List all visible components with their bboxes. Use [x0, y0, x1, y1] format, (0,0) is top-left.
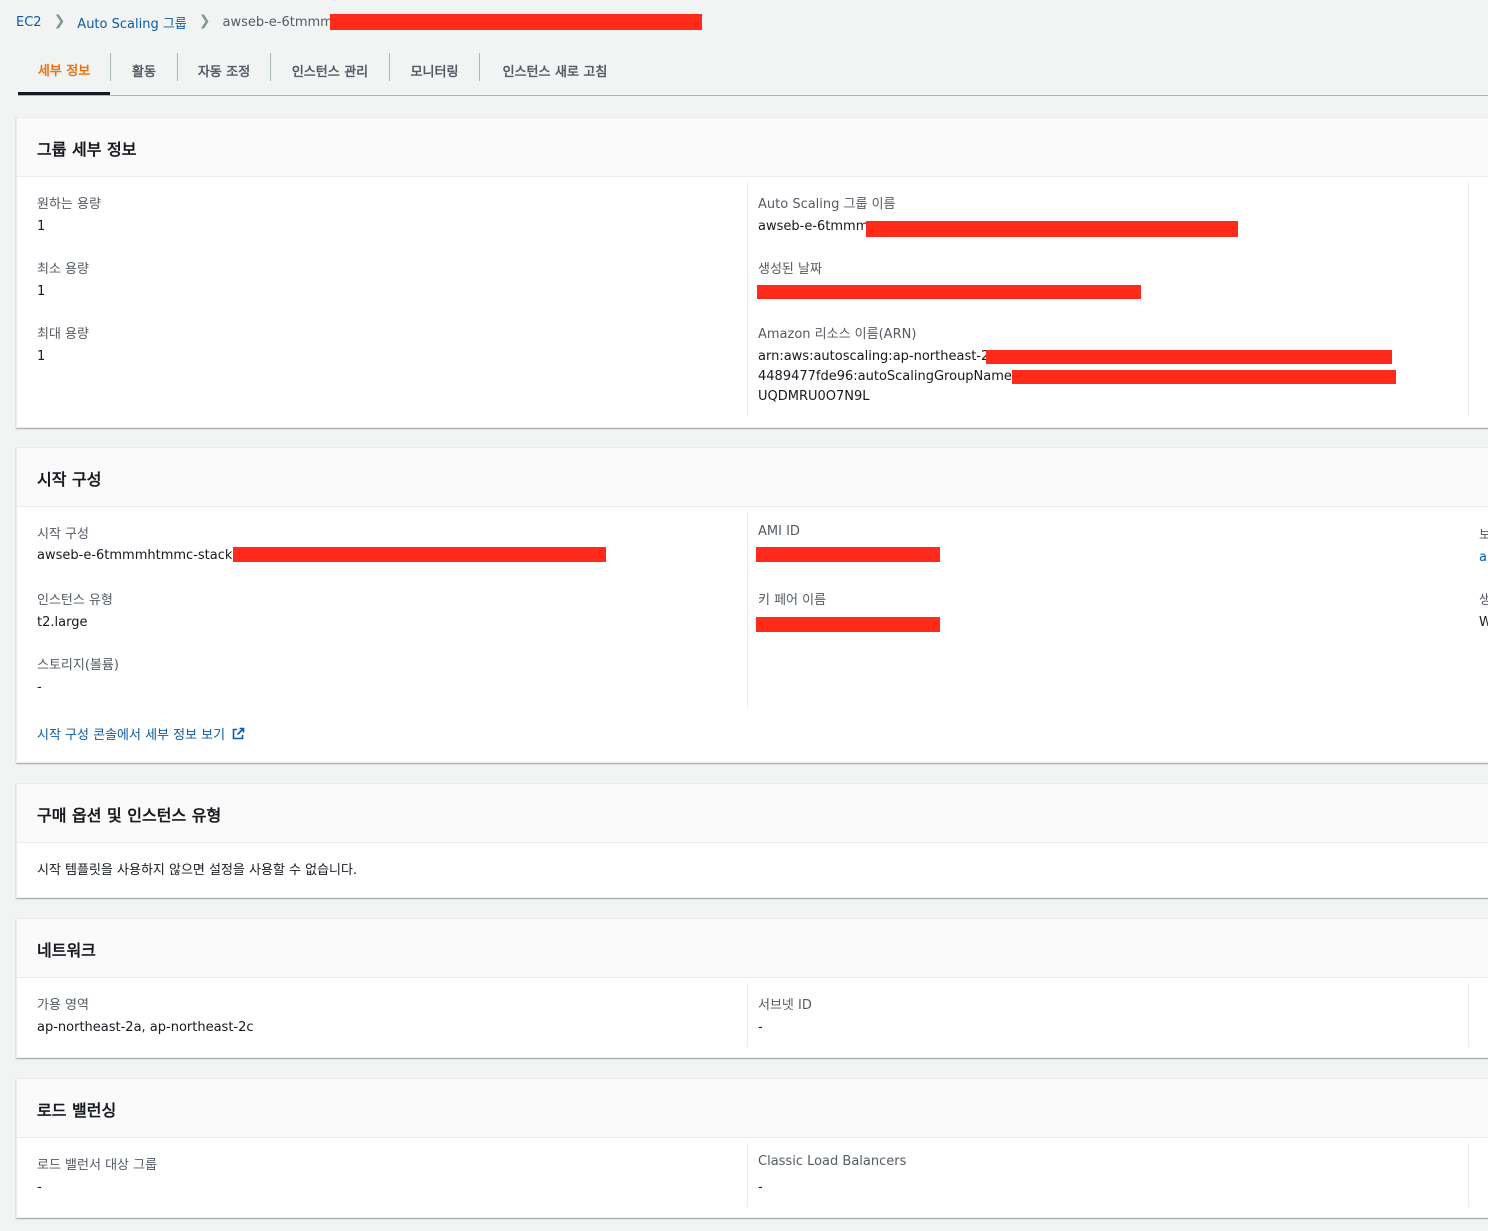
breadcrumb-ec2[interactable]: EC2 — [16, 15, 42, 30]
key-pair-label: 키 페어 이름 — [758, 593, 827, 608]
target-groups-label: 로드 밸런서 대상 그룹 — [37, 1158, 158, 1173]
panel-header: 구매 옵션 및 인스턴스 유형 — [17, 784, 1488, 843]
desired-capacity-label: 원하는 용량 — [37, 197, 101, 212]
purchase-options-panel: 구매 옵션 및 인스턴스 유형 시작 템플릿을 사용하지 않으면 설정을 사용할… — [16, 783, 1488, 898]
classic-load-balancers-value: - — [758, 1180, 763, 1195]
arn-line-2: 4489477fde96:autoScalingGroupName/ — [758, 369, 1017, 384]
panel-header: 그룹 세부 정보 — [17, 118, 1488, 177]
load-balancing-panel: 로드 밸런싱 로드 밸런서 대상 그룹 - Classic Load Balan… — [16, 1078, 1488, 1218]
cut-off-label: 생 — [1479, 593, 1488, 608]
launch-configuration-panel: 시작 구성 시작 구성 awseb-e-6tmmmhtmmc-stack- 인스… — [16, 447, 1488, 763]
max-capacity-value: 1 — [37, 349, 46, 364]
cut-off-link[interactable]: a — [1479, 550, 1488, 565]
panel-header: 시작 구성 — [17, 448, 1488, 507]
min-capacity-label: 최소 용량 — [37, 262, 89, 277]
redaction-bar — [756, 547, 940, 562]
panel-title: 로드 밸런싱 — [37, 1101, 117, 1120]
desired-capacity-value: 1 — [37, 219, 46, 234]
subnet-id-label: 서브넷 ID — [758, 998, 812, 1013]
redaction-bar — [757, 285, 1141, 299]
external-link-icon — [232, 727, 245, 739]
panel-title: 구매 옵션 및 인스턴스 유형 — [37, 806, 222, 825]
redaction-bar — [986, 350, 1392, 364]
chevron-right-icon: ❯ — [53, 13, 66, 29]
arn-label: Amazon 리소스 이름(ARN) — [758, 327, 917, 342]
breadcrumb-auto-scaling-groups[interactable]: Auto Scaling 그룹 — [77, 13, 186, 32]
panel-title: 시작 구성 — [37, 470, 102, 489]
view-launch-config-link-label: 시작 구성 콘솔에서 세부 정보 보기 — [37, 728, 226, 743]
arn-line-3: UQDMRU0O7N9L — [758, 389, 870, 404]
breadcrumb: EC2 ❯ Auto Scaling 그룹 ❯ awseb-e-6tmmm — [16, 12, 333, 32]
storage-label: 스토리지(볼륨) — [37, 658, 119, 673]
subnet-id-value: - — [758, 1020, 763, 1035]
tab-instance-management[interactable]: 인스턴스 관리 — [271, 46, 389, 94]
launch-config-value: awseb-e-6tmmmhtmmc-stack- — [37, 548, 238, 563]
column-divider — [747, 1143, 748, 1207]
asg-name-label: Auto Scaling 그룹 이름 — [758, 197, 896, 212]
chevron-right-icon: ❯ — [198, 13, 211, 29]
created-date-label: 생성된 날짜 — [758, 262, 822, 277]
panel-header: 네트워크 — [17, 919, 1488, 978]
max-capacity-label: 최대 용량 — [37, 327, 89, 342]
ami-id-label: AMI ID — [758, 524, 800, 539]
redaction-bar — [756, 617, 940, 632]
network-panel: 네트워크 가용 영역 ap-northeast-2a, ap-northeast… — [16, 918, 1488, 1058]
purchase-options-message: 시작 템플릿을 사용하지 않으면 설정을 사용할 수 없습니다. — [37, 863, 358, 878]
cut-off-value: W — [1479, 615, 1488, 630]
tab-details[interactable]: 세부 정보 — [18, 46, 110, 95]
classic-load-balancers-label: Classic Load Balancers — [758, 1154, 907, 1169]
target-groups-value: - — [37, 1180, 42, 1195]
tab-bar: 세부 정보 활동 자동 조정 인스턴스 관리 모니터링 인스턴스 새로 고침 — [18, 46, 1488, 96]
redaction-bar — [1012, 370, 1396, 384]
redaction-bar — [233, 547, 606, 562]
panel-title: 그룹 세부 정보 — [37, 140, 137, 159]
breadcrumb-current: awseb-e-6tmmm — [222, 14, 333, 30]
tab-activity[interactable]: 활동 — [111, 46, 177, 94]
column-divider — [747, 512, 748, 708]
asg-name-value: awseb-e-6tmmm — [758, 219, 869, 234]
availability-zones-label: 가용 영역 — [37, 998, 89, 1013]
panel-header: 로드 밸런싱 — [17, 1079, 1488, 1138]
tab-monitoring[interactable]: 모니터링 — [390, 46, 479, 94]
storage-value: - — [37, 680, 42, 695]
launch-config-label: 시작 구성 — [37, 527, 89, 542]
tab-automatic-scaling[interactable]: 자동 조정 — [178, 46, 270, 94]
instance-type-label: 인스턴스 유형 — [37, 593, 113, 608]
column-divider — [1468, 1143, 1469, 1207]
cut-off-label: 보 — [1479, 528, 1488, 543]
availability-zones-value: ap-northeast-2a, ap-northeast-2c — [37, 1020, 254, 1035]
arn-line-1: arn:aws:autoscaling:ap-northeast-2: — [758, 349, 994, 364]
min-capacity-value: 1 — [37, 284, 46, 299]
column-divider — [1468, 983, 1469, 1047]
column-divider — [1468, 182, 1469, 416]
tab-instance-refresh[interactable]: 인스턴스 새로 고침 — [480, 46, 630, 94]
redaction-bar — [330, 14, 702, 30]
group-details-panel: 그룹 세부 정보 원하는 용량 1 최소 용량 1 최대 용량 1 Auto S… — [16, 117, 1488, 428]
column-divider — [747, 182, 748, 416]
view-launch-config-link[interactable]: 시작 구성 콘솔에서 세부 정보 보기 — [37, 724, 245, 743]
instance-type-value: t2.large — [37, 615, 88, 630]
column-divider — [747, 983, 748, 1047]
redaction-bar — [866, 221, 1238, 237]
panel-title: 네트워크 — [37, 941, 96, 960]
